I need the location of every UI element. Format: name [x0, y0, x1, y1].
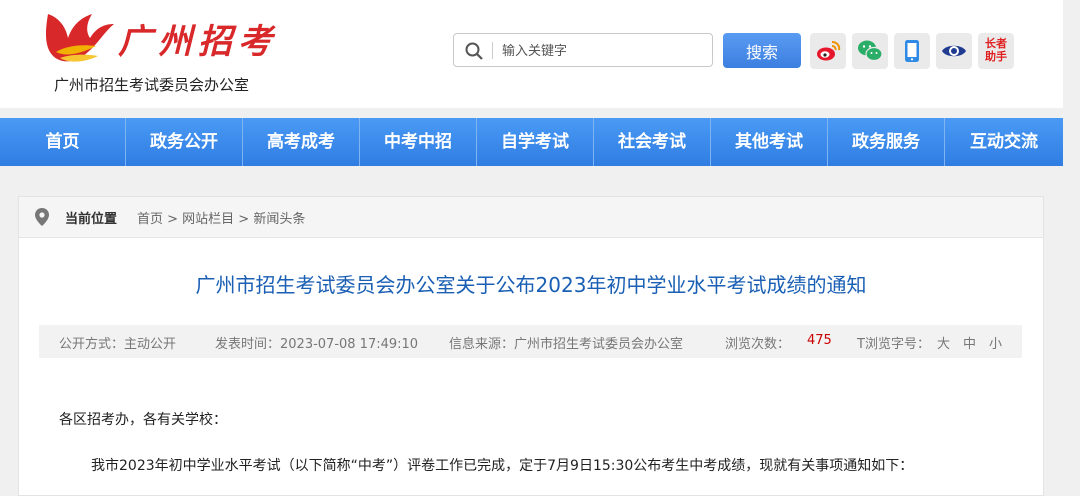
- main-nav: 首页 政务公开 高考成考 中考中招 自学考试 社会考试 其他考试 政务服务 互动…: [0, 118, 1063, 166]
- font-size-medium[interactable]: 中: [963, 333, 976, 352]
- nav-item-other-exam[interactable]: 其他考试: [711, 118, 828, 166]
- elderly-assistant-button[interactable]: 长者助手: [978, 33, 1014, 69]
- meta-font-label: T浏览字号：: [857, 337, 930, 352]
- nav-item-zhongkao[interactable]: 中考中招: [360, 118, 477, 166]
- article-meta: 公开方式：主动公开 发表时间：2023-07-08 17:49:10 信息来源：…: [39, 325, 1022, 358]
- logo-flame-icon: [46, 14, 114, 62]
- location-pin-icon: [35, 208, 49, 226]
- nav-item-home[interactable]: 首页: [0, 118, 126, 166]
- nav-item-interaction[interactable]: 互动交流: [945, 118, 1063, 166]
- site-subtitle: 广州市招生考试委员会办公室: [54, 76, 250, 94]
- article-greeting: 各区招考办，各有关学校：: [59, 412, 227, 428]
- nav-item-gov-open[interactable]: 政务公开: [126, 118, 243, 166]
- nav-item-gaokao[interactable]: 高考成考: [243, 118, 360, 166]
- breadcrumb: 当前位置 首页 > 网站栏目 > 新闻头条: [19, 197, 1043, 238]
- eye-icon: [942, 45, 966, 57]
- wechat-icon: [858, 40, 883, 62]
- font-size-large[interactable]: 大: [937, 333, 950, 352]
- nav-item-gov-service[interactable]: 政务服务: [828, 118, 945, 166]
- wechat-button[interactable]: [852, 33, 888, 69]
- search-button[interactable]: 搜索: [723, 33, 801, 68]
- nav-item-social-exam[interactable]: 社会考试: [594, 118, 711, 166]
- zhushou-icon: 长者助手: [985, 37, 1007, 63]
- search-divider: [492, 42, 493, 59]
- breadcrumb-trail[interactable]: 首页 > 网站栏目 > 新闻头条: [137, 208, 305, 227]
- logo-text: 广州招考: [118, 22, 278, 62]
- weibo-icon: [817, 41, 841, 61]
- mobile-icon: [905, 40, 919, 62]
- breadcrumb-label: 当前位置: [65, 212, 118, 227]
- search-input[interactable]: [500, 36, 709, 66]
- site-header: 广州招考 广州市招生考试委员会办公室 搜索: [0, 0, 1063, 108]
- weibo-button[interactable]: [810, 33, 846, 69]
- search-box: [453, 33, 713, 67]
- meta-publish-time: 发表时间：2023-07-08 17:49:10: [215, 337, 419, 352]
- mobile-button[interactable]: [894, 33, 930, 69]
- font-size-small[interactable]: 小: [989, 333, 1002, 352]
- meta-source: 信息来源：广州市招生考试委员会办公室: [449, 337, 684, 352]
- article-panel: 当前位置 首页 > 网站栏目 > 新闻头条 广州市招生考试委员会办公室关于公布2…: [18, 196, 1044, 496]
- article-paragraph: 我市2023年初中学业水平考试（以下简称“中考”）评卷工作已完成，定于7月9日1…: [91, 458, 914, 474]
- search-icon: [465, 42, 483, 60]
- eye-button[interactable]: [936, 33, 972, 69]
- nav-item-self-study[interactable]: 自学考试: [477, 118, 594, 166]
- meta-open-mode: 公开方式：主动公开: [59, 337, 177, 352]
- meta-views-count: 475: [807, 333, 832, 348]
- meta-views-label: 浏览次数：: [725, 337, 791, 352]
- article-title: 广州市招生考试委员会办公室关于公布2023年初中学业水平考试成绩的通知: [195, 273, 867, 297]
